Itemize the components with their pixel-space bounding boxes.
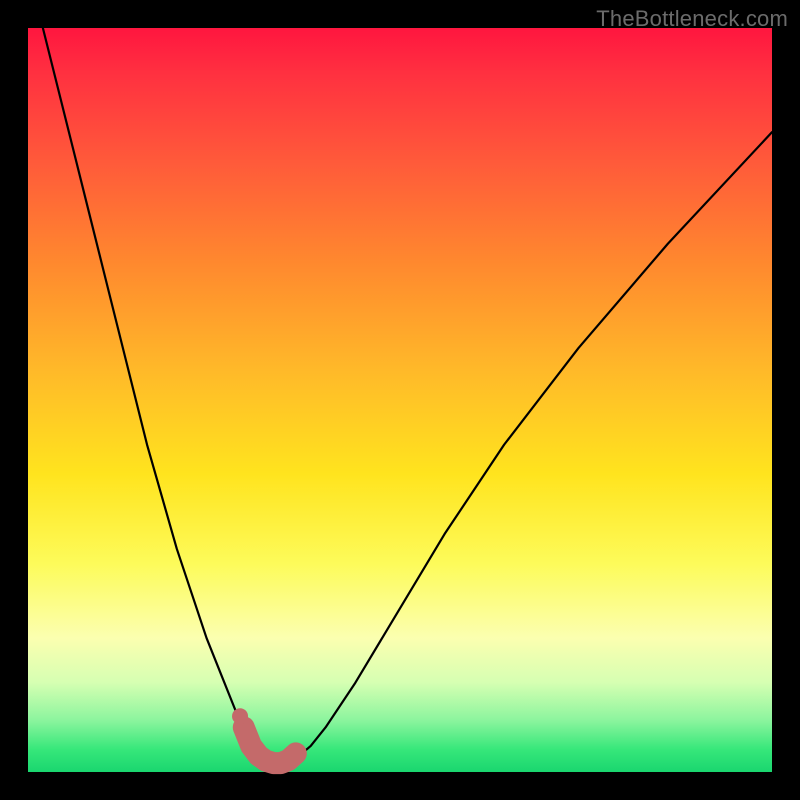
marker-dot (232, 708, 248, 724)
bottleneck-curve (43, 28, 772, 765)
thick-band (244, 727, 296, 763)
watermark-text: TheBottleneck.com (596, 6, 788, 32)
chart-plot-area (28, 28, 772, 772)
chart-svg (28, 28, 772, 772)
